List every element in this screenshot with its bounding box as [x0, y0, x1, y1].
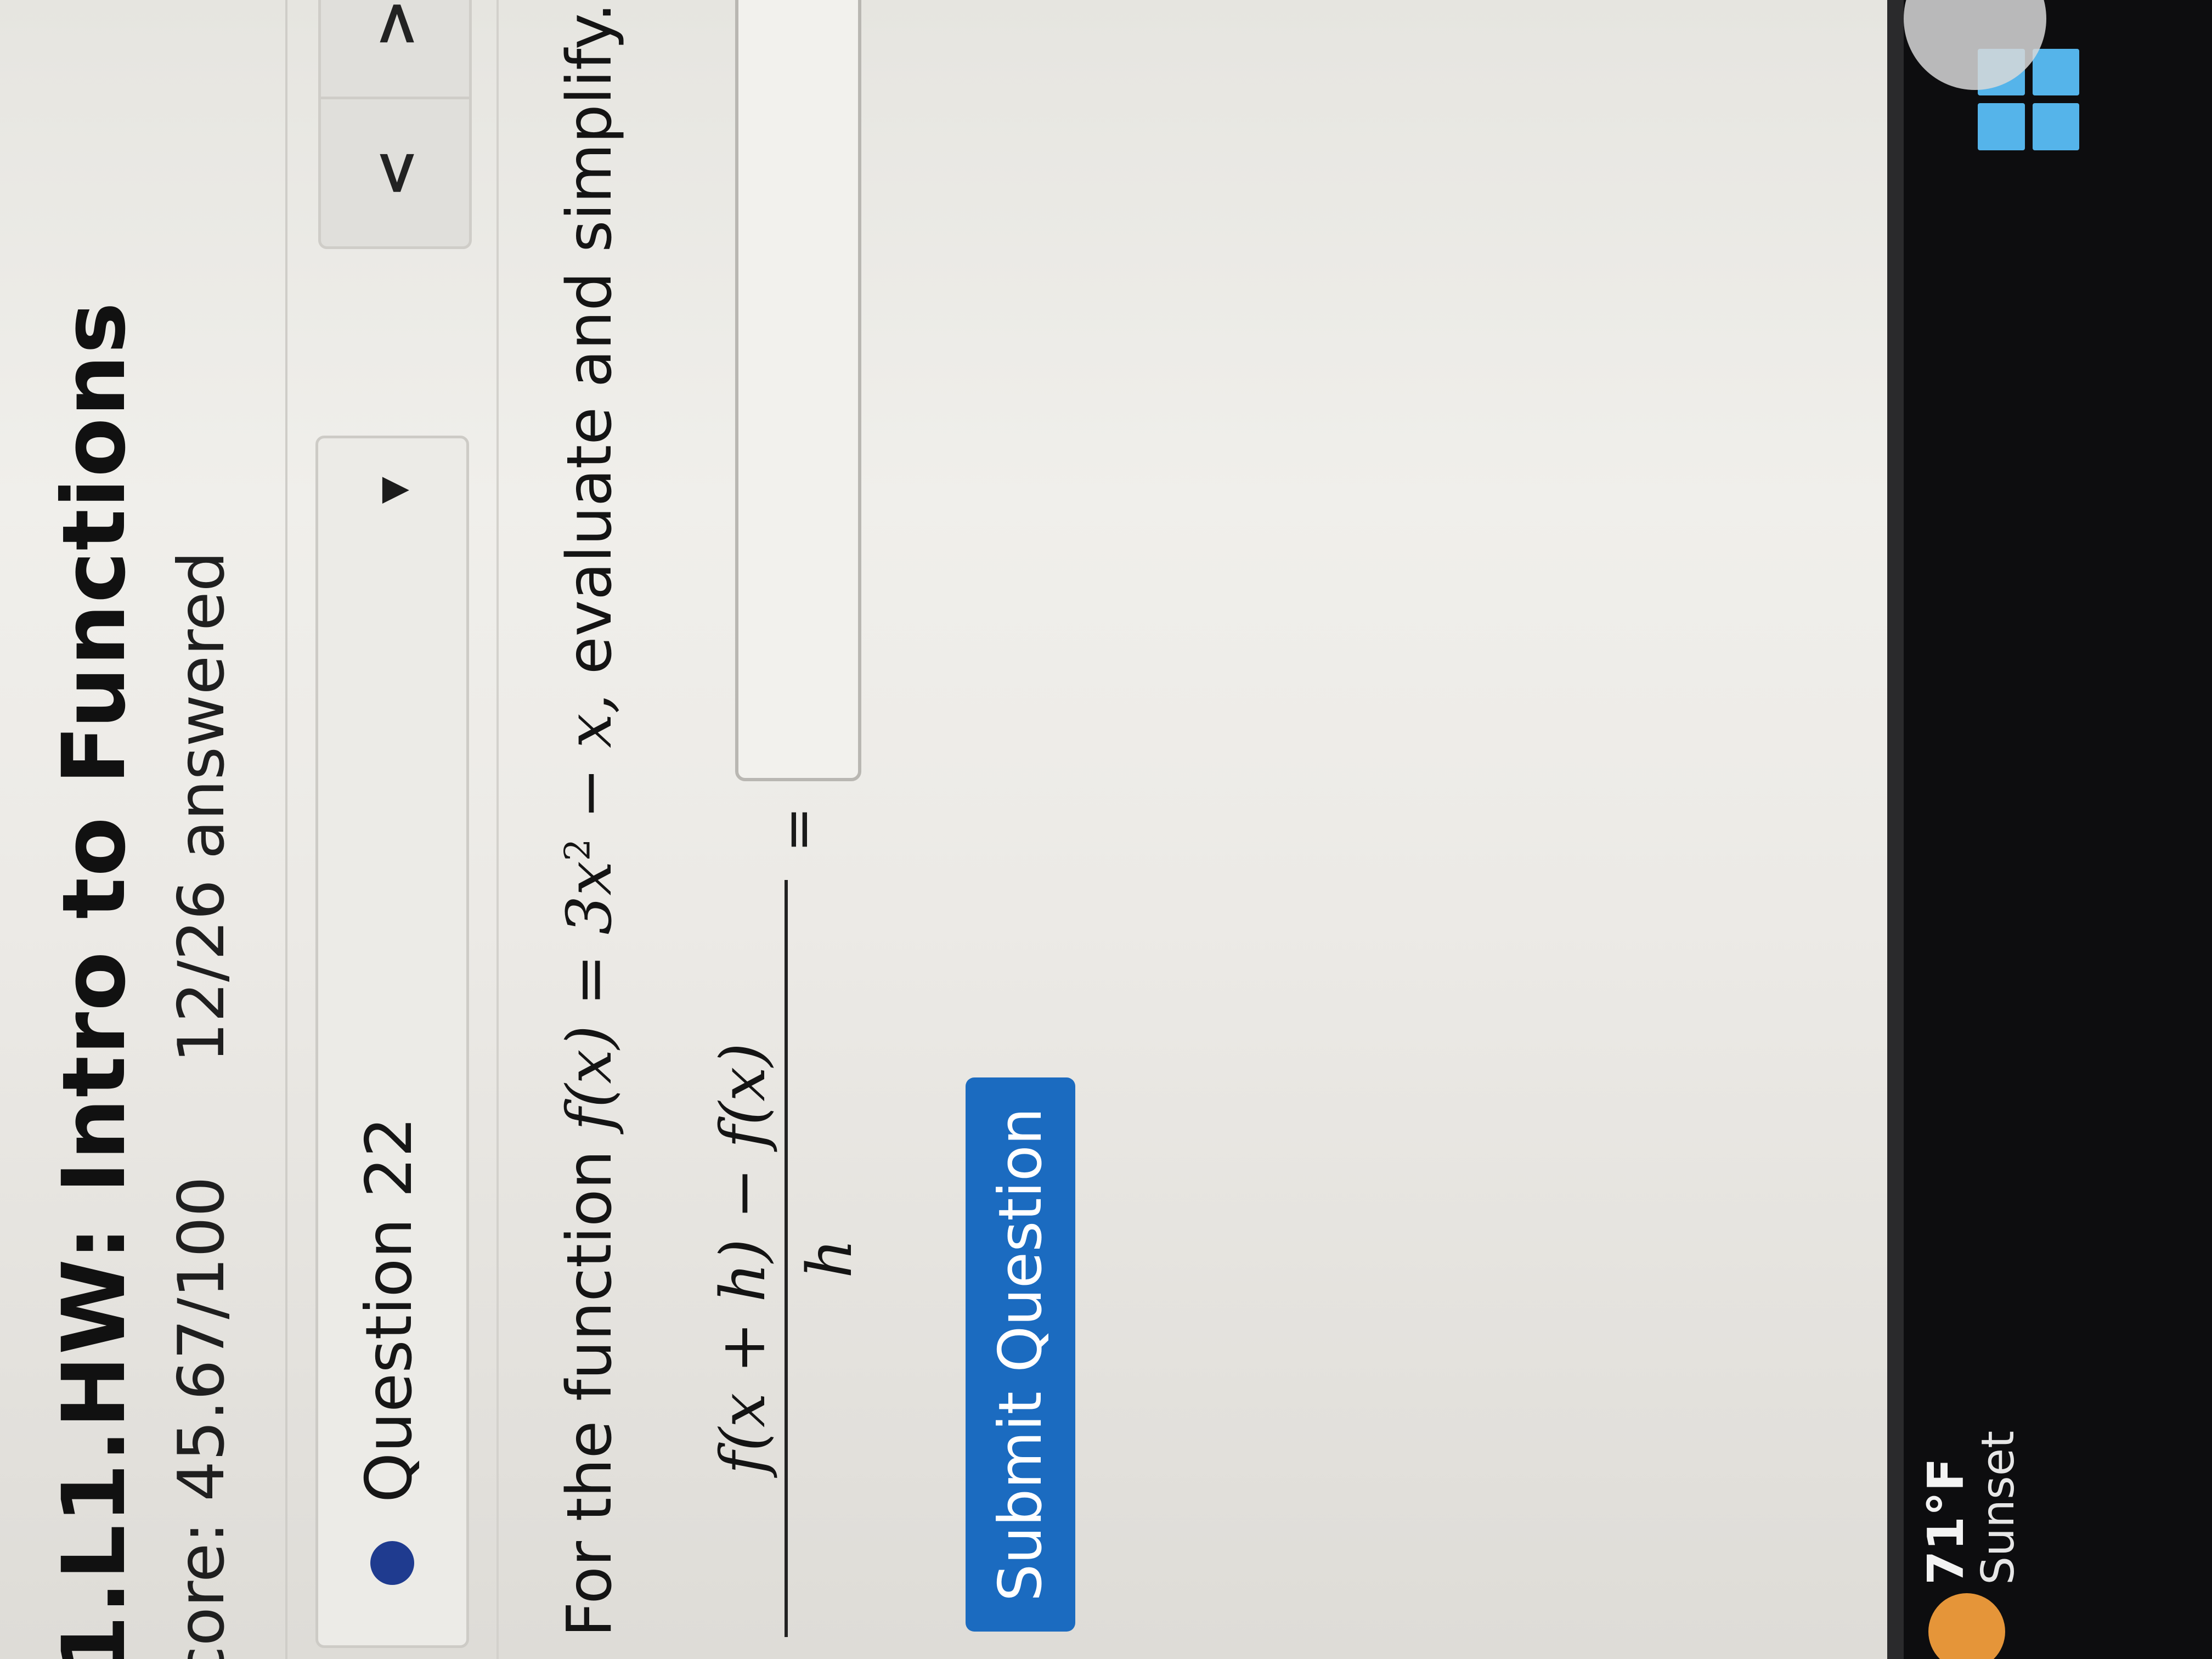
question-divider [496, 0, 499, 1659]
score-row: core: 45.67/100 12/26 answered [165, 551, 239, 1659]
question-pager: < > [318, 0, 472, 249]
answer-equals-sign: = [765, 806, 830, 853]
question-label: Question 22 [352, 1116, 426, 1503]
function-rhs-tail: − x, [554, 693, 625, 820]
function-lhs: f(x) [554, 1025, 625, 1131]
question-prompt: For the function f(x) = 3x2 − x, evaluat… [554, 3, 625, 1637]
chevron-right-icon: > [360, 0, 430, 49]
screen: 1.L1.HW: Intro to Functions core: 45.67/… [0, 0, 2212, 1659]
homework-page: 1.L1.HW: Intro to Functions core: 45.67/… [0, 0, 1904, 1659]
prompt-instruction: evaluate and simplify. [554, 2, 625, 675]
taskbar: 71°F Sunset [1904, 0, 2212, 1659]
question-status-dot [370, 1541, 414, 1585]
difference-quotient: f(x + h) − f(x) h [708, 880, 866, 1637]
function-equals: = [554, 954, 625, 1006]
submit-question-button[interactable]: Submit Question [966, 1077, 1075, 1632]
prompt-intro: For the function [554, 1150, 625, 1637]
chevron-left-icon: < [360, 148, 430, 199]
next-question-button[interactable]: > [321, 0, 469, 100]
function-rhs-exponent: 2 [557, 838, 599, 861]
weather-temperature: 71°F [1917, 1458, 1975, 1585]
header-divider [285, 0, 287, 1659]
previous-question-button[interactable]: < [321, 100, 469, 247]
function-rhs-base: 3x [554, 861, 625, 935]
fraction-denominator: h [794, 1238, 866, 1279]
score-text: core: 45.67/100 [165, 1176, 239, 1659]
assignment-title: 1.L1.HW: Intro to Functions [44, 301, 145, 1659]
sunset-weather-icon [1928, 1593, 2005, 1659]
fraction-numerator: f(x + h) − f(x) [708, 1042, 779, 1475]
weather-description: Sunset [1972, 1430, 2024, 1585]
function-definition: f(x) = 3x2 − x, [554, 674, 625, 1131]
answered-count: 12/26 answered [165, 551, 239, 1063]
caret-down-icon: ▼ [373, 477, 414, 504]
question-dropdown[interactable]: Question 22 ▼ [315, 436, 469, 1648]
answer-input[interactable] [735, 0, 861, 781]
